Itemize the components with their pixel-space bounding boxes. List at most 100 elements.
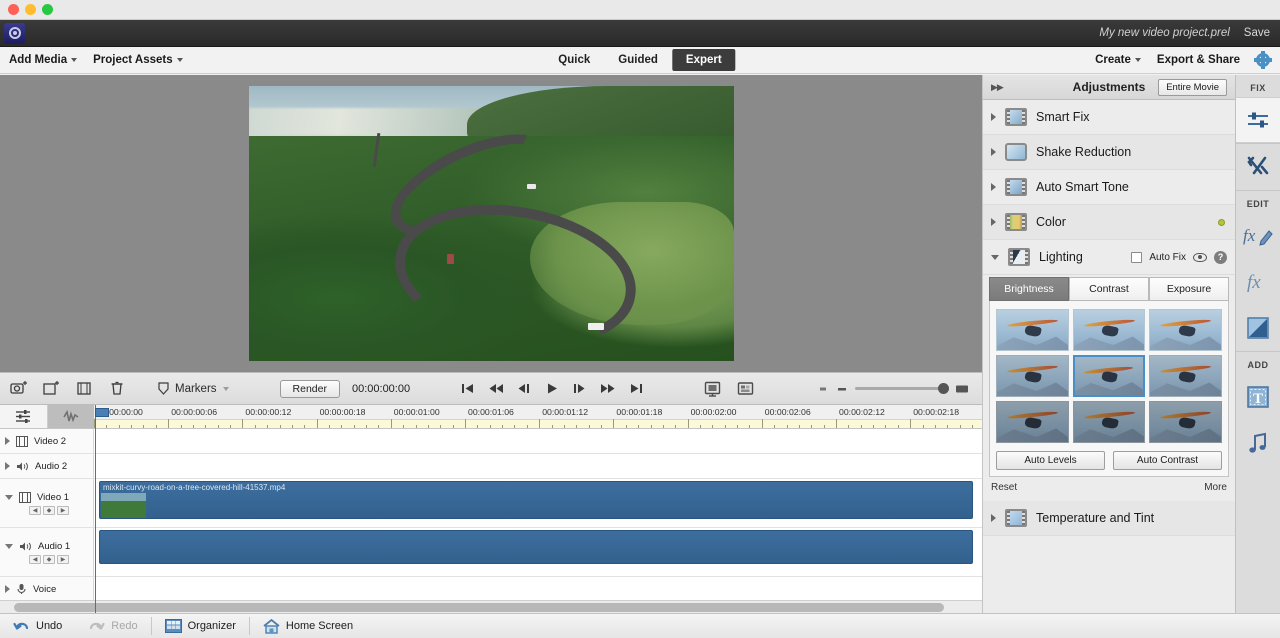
menu-add-media[interactable]: Add Media — [9, 54, 77, 66]
track-lane[interactable] — [94, 454, 982, 478]
keyframe-button-prev-keyframe[interactable]: ◀ — [29, 506, 41, 515]
keyframe-button-prev-keyframe[interactable]: ◀ — [29, 555, 41, 564]
chevron-right-icon[interactable] — [5, 437, 10, 445]
timeline-clip-audio[interactable] — [99, 530, 973, 564]
save-button[interactable]: Save — [1244, 27, 1270, 39]
rail-button-tools[interactable] — [1236, 144, 1280, 190]
keyframe-button-next-keyframe[interactable]: ▶ — [57, 506, 69, 515]
timeline-track-row[interactable]: Video 2 — [0, 429, 982, 454]
close-window-button[interactable] — [8, 4, 19, 15]
track-header-video-1[interactable]: Video 1◀◆▶ — [0, 479, 94, 527]
add-media-icon[interactable] — [10, 381, 28, 397]
tab-brightness[interactable]: Brightness — [989, 277, 1069, 301]
rail-button-transitions[interactable] — [1236, 305, 1280, 351]
lighting-preview-thumbnail[interactable] — [1149, 355, 1222, 397]
minimize-window-button[interactable] — [25, 4, 36, 15]
duplicate-icon[interactable] — [43, 381, 61, 397]
title-icon[interactable] — [76, 381, 94, 397]
gear-icon[interactable] — [1256, 53, 1270, 67]
split-view-icon[interactable] — [737, 381, 754, 397]
chevron-down-icon[interactable] — [5, 544, 13, 549]
rail-button-music[interactable] — [1236, 420, 1280, 466]
home-screen-button[interactable]: Home Screen — [250, 614, 366, 638]
horizontal-scroll-thumb[interactable] — [14, 603, 944, 612]
track-lane[interactable] — [94, 528, 982, 576]
adjustment-row-shake-reduction[interactable]: Shake Reduction — [983, 135, 1235, 170]
more-button[interactable]: More — [1204, 482, 1227, 493]
menu-project-assets[interactable]: Project Assets — [93, 54, 182, 66]
keyframe-buttons[interactable]: ◀◆▶ — [29, 506, 93, 515]
double-arrow-right-icon[interactable]: ▶▶ — [991, 82, 1003, 93]
keyframe-buttons[interactable]: ◀◆▶ — [29, 555, 93, 564]
timeline-track-row[interactable]: Video 1◀◆▶mixkit-curvy-road-on-a-tree-co… — [0, 479, 982, 528]
chevron-right-icon[interactable] — [5, 462, 10, 470]
lighting-preview-thumbnail[interactable] — [1073, 355, 1146, 397]
timeline-track-row[interactable]: Audio 1◀◆▶ — [0, 528, 982, 577]
go-to-start-icon[interactable] — [461, 382, 475, 395]
lighting-preview-thumbnail[interactable] — [996, 401, 1069, 443]
lighting-preview-thumbnail[interactable] — [1149, 309, 1222, 351]
adjustment-row-temperature-tint[interactable]: Temperature and Tint — [983, 501, 1235, 536]
chevron-right-icon[interactable] — [5, 585, 10, 593]
eye-icon[interactable] — [1193, 253, 1207, 262]
timecode-display[interactable]: 00:00:00:00 — [352, 383, 410, 395]
rail-button-fx-edit[interactable]: fx — [1236, 213, 1280, 259]
zoom-slider[interactable] — [855, 387, 947, 390]
adjustment-row-smart-fix[interactable]: Smart Fix — [983, 100, 1235, 135]
track-lane[interactable]: mixkit-curvy-road-on-a-tree-covered-hill… — [94, 479, 982, 527]
track-header-audio-1[interactable]: Audio 1◀◆▶ — [0, 528, 94, 576]
timeline-ruler[interactable]: 00:00:00:0000:00:00:0600:00:00:1200:00:0… — [94, 405, 982, 428]
keyframe-button-add-keyframe[interactable]: ◆ — [43, 506, 55, 515]
adjustment-row-color[interactable]: Color — [983, 205, 1235, 240]
chevron-right-icon[interactable] — [991, 113, 996, 121]
menu-create[interactable]: Create — [1095, 54, 1141, 66]
go-to-end-icon[interactable] — [629, 382, 643, 395]
tab-quick[interactable]: Quick — [544, 49, 604, 71]
step-back-icon[interactable] — [518, 382, 532, 395]
chevron-right-icon[interactable] — [991, 218, 996, 226]
timeline-track-row[interactable]: Voice — [0, 577, 982, 602]
auto-contrast-button[interactable]: Auto Contrast — [1113, 451, 1222, 470]
play-icon[interactable] — [546, 382, 558, 395]
lighting-preview-thumbnail[interactable] — [1149, 401, 1222, 443]
track-header-audio-2[interactable]: Audio 2 — [0, 454, 94, 478]
lighting-preview-thumbnail[interactable] — [996, 309, 1069, 351]
maximize-window-button[interactable] — [42, 4, 53, 15]
timeline-track-row[interactable]: Audio 2 — [0, 454, 982, 479]
lighting-preview-thumbnail[interactable] — [1073, 401, 1146, 443]
zoom-in-icon[interactable] — [955, 383, 969, 395]
adjustment-row-auto-smart-tone[interactable]: Auto Smart Tone — [983, 170, 1235, 205]
auto-fix-checkbox[interactable] — [1131, 252, 1142, 263]
timeline-clip-video[interactable]: mixkit-curvy-road-on-a-tree-covered-hill… — [99, 481, 973, 519]
organizer-button[interactable]: Organizer — [152, 614, 249, 638]
chevron-right-icon[interactable] — [991, 514, 996, 522]
timeline-horizontal-scrollbar[interactable] — [0, 600, 982, 613]
undo-button[interactable]: Undo — [0, 614, 75, 638]
track-lane[interactable] — [94, 577, 982, 601]
auto-levels-button[interactable]: Auto Levels — [996, 451, 1105, 470]
lighting-preview-thumbnail[interactable] — [996, 355, 1069, 397]
track-settings-icon[interactable] — [0, 405, 48, 428]
track-header-voice[interactable]: Voice — [0, 577, 94, 601]
track-header-video-2[interactable]: Video 2 — [0, 429, 94, 453]
render-button[interactable]: Render — [280, 380, 340, 398]
rail-button-titles[interactable]: T — [1236, 374, 1280, 420]
tab-contrast[interactable]: Contrast — [1069, 277, 1149, 301]
chevron-right-icon[interactable] — [991, 148, 996, 156]
keyframe-button-add-keyframe[interactable]: ◆ — [43, 555, 55, 564]
fast-rewind-icon[interactable] — [489, 382, 504, 395]
step-forward-icon[interactable] — [572, 382, 586, 395]
lighting-preview-thumbnail[interactable] — [1073, 309, 1146, 351]
delete-icon[interactable] — [109, 381, 127, 397]
rail-button-adjustments[interactable] — [1236, 97, 1280, 143]
menu-export-share[interactable]: Export & Share — [1157, 54, 1240, 66]
chevron-down-icon[interactable] — [991, 255, 999, 260]
audio-waveform-icon[interactable] — [48, 405, 94, 428]
chevron-right-icon[interactable] — [991, 183, 996, 191]
chevron-down-icon[interactable] — [5, 495, 13, 500]
rail-button-fx[interactable]: fx — [1236, 259, 1280, 305]
reset-button[interactable]: Reset — [991, 482, 1017, 493]
keyframe-button-next-keyframe[interactable]: ▶ — [57, 555, 69, 564]
preview-monitor[interactable] — [0, 75, 982, 372]
adjustment-row-lighting[interactable]: Lighting Auto Fix ? — [983, 240, 1235, 275]
